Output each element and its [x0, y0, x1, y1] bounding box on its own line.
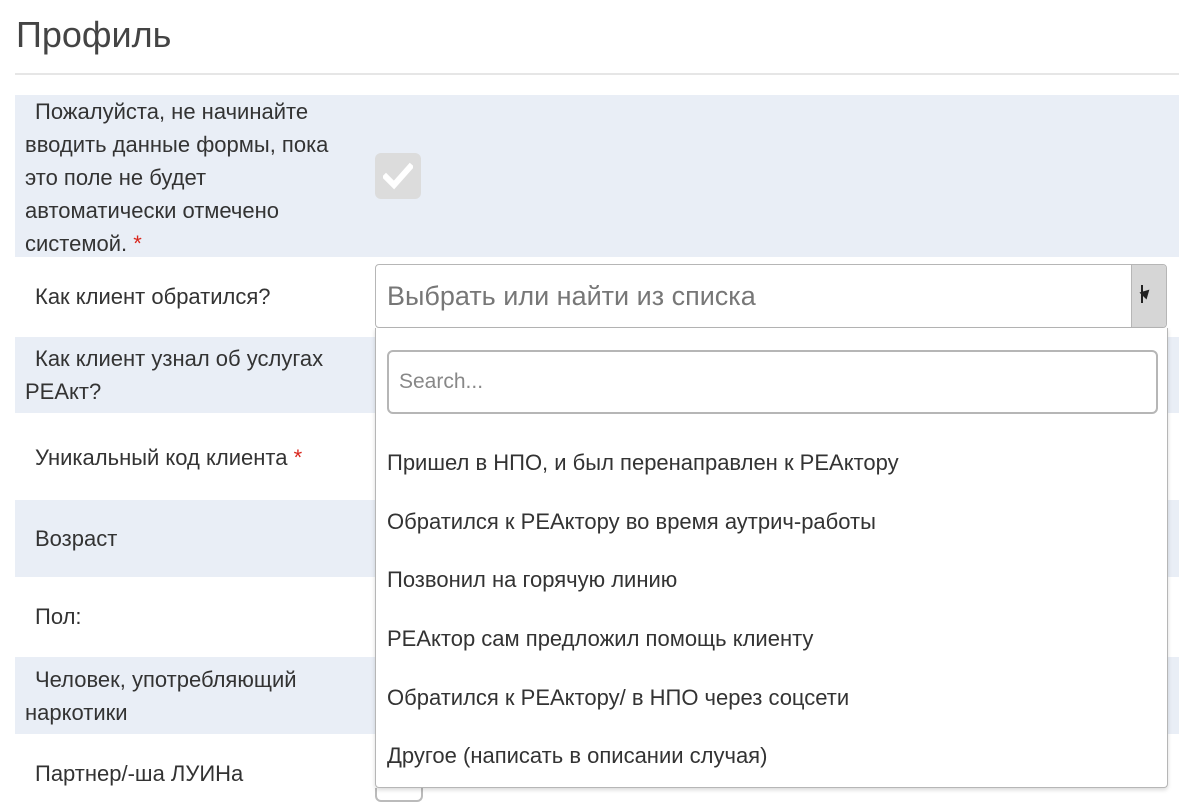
title-divider — [15, 73, 1179, 75]
page-title: Профиль — [16, 14, 172, 55]
select-toggle-button[interactable] — [1131, 265, 1166, 327]
contact-method-label: Как клиент обратился? — [35, 284, 271, 309]
checkmark-icon — [383, 162, 413, 190]
form-row-auto-check: Пожалуйста, не начинайте вводить данные … — [15, 95, 1179, 257]
dropdown-option[interactable]: Другое (написать в описании случая) — [387, 743, 767, 769]
dropdown-option[interactable]: Обратился к РЕАктору/ в НПО через соцсет… — [387, 685, 849, 711]
contact-method-select[interactable]: Выбрать или найти из списка — [375, 264, 1167, 328]
auto-check-checkbox[interactable] — [375, 153, 421, 199]
required-mark: * — [293, 445, 303, 470]
required-mark: * — [133, 231, 142, 256]
partner-label: Партнер/-ша ЛУИНа — [35, 761, 244, 786]
auto-check-label: Пожалуйста, не начинайте вводить данные … — [25, 99, 329, 256]
client-code-label: Уникальный код клиента * — [35, 445, 303, 470]
dropdown-search-input[interactable] — [387, 350, 1158, 414]
drug-user-label: Человек, употребляющий наркотики — [25, 667, 297, 725]
dropdown-option[interactable]: РЕАктор сам предложил помощь клиенту — [387, 626, 813, 652]
dropdown-option[interactable]: Обратился к РЕАктору во время аутрич-раб… — [387, 509, 876, 535]
age-label: Возраст — [35, 526, 118, 551]
dropdown-option[interactable]: Позвонил на горячую линию — [387, 567, 677, 593]
dropdown-option[interactable]: Пришел в НПО, и был перенаправлен к РЕАк… — [387, 450, 899, 476]
partner-checkbox[interactable] — [375, 788, 423, 802]
select-dropdown: Пришел в НПО, и был перенаправлен к РЕАк… — [375, 328, 1168, 788]
heard-about-label: Как клиент узнал об услугах РЕАкт? — [25, 346, 324, 404]
gender-label: Пол: — [35, 604, 82, 629]
select-placeholder: Выбрать или найти из списка — [387, 281, 756, 311]
